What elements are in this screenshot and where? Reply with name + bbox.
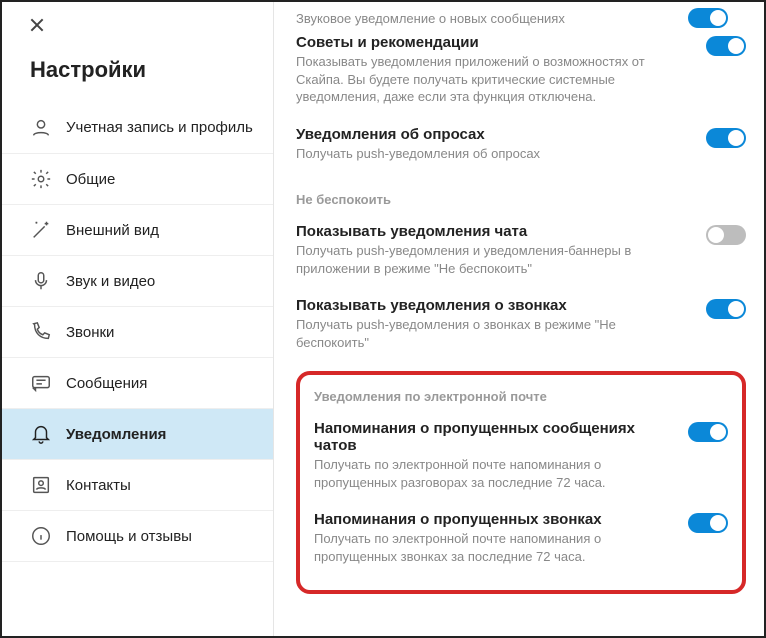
sidebar-item-label: Контакты [66, 477, 131, 494]
toggle-dnd-calls[interactable] [706, 299, 746, 319]
sidebar-item-label: Звук и видео [66, 273, 155, 290]
toggle-email-chat[interactable] [688, 422, 728, 442]
sidebar-item-account[interactable]: Учетная запись и профиль [2, 103, 273, 154]
email-notifications-section: Уведомления по электронной почте Напомин… [296, 371, 746, 593]
setting-title: Напоминания о пропущенных сообщениях чат… [314, 420, 674, 454]
toggle-dnd-chat[interactable] [706, 225, 746, 245]
setting-row-dnd-calls: Показывать уведомления о звонках Получат… [296, 289, 746, 363]
setting-row-dnd-chat: Показывать уведомления чата Получать pus… [296, 215, 746, 289]
setting-desc: Получать push-уведомления о звонках в ре… [296, 316, 692, 351]
setting-desc: Показывать уведомления приложений о возм… [296, 53, 692, 106]
setting-desc: Получать push-уведомления и уведомления-… [296, 242, 692, 277]
toggle-polls[interactable] [706, 128, 746, 148]
settings-window: Настройки Учетная запись и профиль Общие… [0, 0, 766, 638]
chat-icon [30, 372, 52, 394]
setting-row-email-chat: Напоминания о пропущенных сообщениях чат… [314, 412, 728, 503]
setting-title: Показывать уведомления о звонках [296, 297, 692, 314]
setting-title: Советы и рекомендации [296, 34, 692, 51]
sidebar-item-audio-video[interactable]: Звук и видео [2, 256, 273, 307]
sidebar-item-label: Уведомления [66, 426, 166, 443]
sidebar-item-notifications[interactable]: Уведомления [2, 409, 273, 460]
nav-list: Учетная запись и профиль Общие Внешний в… [2, 103, 273, 562]
sidebar-item-calling[interactable]: Звонки [2, 307, 273, 358]
sidebar-item-label: Внешний вид [66, 222, 159, 239]
phone-icon [30, 321, 52, 343]
sidebar-item-general[interactable]: Общие [2, 154, 273, 205]
microphone-icon [30, 270, 52, 292]
sidebar-item-contacts[interactable]: Контакты [2, 460, 273, 511]
setting-row-sound-cut: Звуковое уведомление о новых сообщениях [296, 10, 746, 26]
close-icon[interactable] [30, 18, 44, 32]
setting-title: Напоминания о пропущенных звонках [314, 511, 674, 528]
setting-title: Показывать уведомления чата [296, 223, 692, 240]
sidebar-item-help[interactable]: Помощь и отзывы [2, 511, 273, 562]
setting-desc: Получать push-уведомления об опросах [296, 145, 692, 163]
sidebar-item-messaging[interactable]: Сообщения [2, 358, 273, 409]
setting-title: Уведомления об опросах [296, 126, 692, 143]
sidebar-item-label: Учетная запись и профиль [66, 119, 253, 137]
sidebar-item-label: Помощь и отзывы [66, 528, 192, 545]
setting-row-tips: Советы и рекомендации Показывать уведомл… [296, 26, 746, 118]
sidebar-item-label: Сообщения [66, 375, 147, 392]
gear-icon [30, 168, 52, 190]
bell-icon [30, 423, 52, 445]
section-label-email: Уведомления по электронной почте [314, 385, 728, 412]
setting-desc: Получать по электронной почте напоминани… [314, 530, 674, 565]
contacts-icon [30, 474, 52, 496]
sidebar: Настройки Учетная запись и профиль Общие… [2, 2, 274, 636]
sidebar-item-label: Звонки [66, 324, 114, 341]
sidebar-item-label: Общие [66, 171, 115, 188]
wand-icon [30, 219, 52, 241]
toggle-email-calls[interactable] [688, 513, 728, 533]
account-icon [30, 117, 52, 139]
setting-desc: Получать по электронной почте напоминани… [314, 456, 674, 491]
sidebar-item-appearance[interactable]: Внешний вид [2, 205, 273, 256]
toggle-tips[interactable] [706, 36, 746, 56]
setting-row-email-calls: Напоминания о пропущенных звонках Получа… [314, 503, 728, 577]
section-label-dnd: Не беспокоить [296, 174, 746, 215]
setting-row-polls: Уведомления об опросах Получать push-уве… [296, 118, 746, 175]
toggle-sound[interactable] [688, 8, 728, 28]
setting-desc: Звуковое уведомление о новых сообщениях [296, 11, 565, 26]
page-title: Настройки [2, 45, 273, 103]
main-panel: Звуковое уведомление о новых сообщениях … [274, 2, 764, 636]
info-icon [30, 525, 52, 547]
